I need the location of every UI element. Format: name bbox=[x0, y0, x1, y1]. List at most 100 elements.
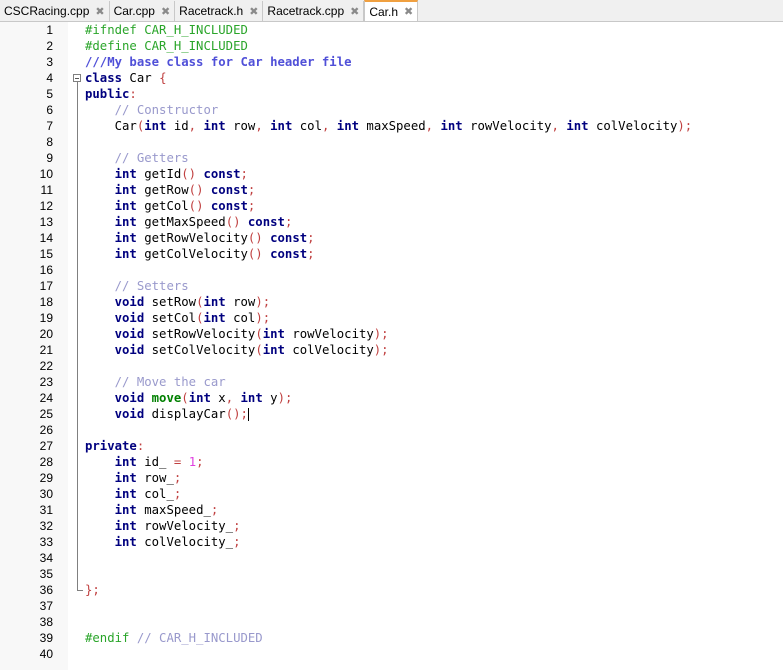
code-line[interactable]: 17 // Setters bbox=[0, 278, 783, 294]
code-token: int bbox=[114, 503, 137, 517]
line-number: 13 bbox=[39, 215, 53, 229]
line-number: 29 bbox=[39, 471, 53, 485]
tab-cscracing-cpp[interactable]: CSCRacing.cpp ✖ bbox=[0, 1, 110, 21]
code-line[interactable]: 1 #ifndef CAR_H_INCLUDED bbox=[0, 22, 783, 38]
line-number: 3 bbox=[46, 55, 53, 69]
close-icon[interactable]: ✖ bbox=[350, 5, 359, 18]
code-line[interactable]: 22 bbox=[0, 358, 783, 374]
code-line[interactable]: 2 #define CAR_H_INCLUDED bbox=[0, 38, 783, 54]
code-line[interactable]: 38 bbox=[0, 614, 783, 630]
code-line[interactable]: 25 void displayCar(); bbox=[0, 406, 783, 422]
line-number: 10 bbox=[39, 167, 53, 181]
code-line[interactable]: 4 class Car { bbox=[0, 70, 783, 86]
close-icon[interactable]: ✖ bbox=[161, 5, 170, 18]
code-line[interactable]: 19 void setCol(int col); bbox=[0, 310, 783, 326]
code-token: ; bbox=[240, 167, 248, 181]
code-line[interactable]: 24 void move(int x, int y); bbox=[0, 390, 783, 406]
tab-bar: CSCRacing.cpp ✖ Car.cpp ✖ Racetrack.h ✖ Racetr… bbox=[0, 0, 783, 22]
text-caret bbox=[247, 408, 249, 421]
code-line[interactable]: 16 bbox=[0, 262, 783, 278]
code-line[interactable]: 8 bbox=[0, 134, 783, 150]
code-token: () bbox=[225, 215, 241, 229]
code-token: , bbox=[425, 119, 434, 133]
code-line[interactable]: 9 // Getters bbox=[0, 150, 783, 166]
code-line[interactable]: 5 public: bbox=[0, 86, 783, 102]
code-line[interactable]: 3 ///My base class for Car header file bbox=[0, 54, 783, 70]
tab-car-cpp[interactable]: Car.cpp ✖ bbox=[109, 1, 176, 21]
code-line[interactable]: 13 int getMaxSpeed() const; bbox=[0, 214, 783, 230]
code-line[interactable]: 20 void setRowVelocity(int rowVelocity); bbox=[0, 326, 783, 342]
code-token: private bbox=[85, 439, 137, 453]
code-token: setRowVelocity bbox=[144, 327, 256, 341]
code-text: void move(int x, int y); bbox=[85, 390, 293, 406]
code-line[interactable]: 27 private: bbox=[0, 438, 783, 454]
code-text: int getColVelocity() const; bbox=[85, 246, 315, 262]
code-line[interactable]: 33 int colVelocity_; bbox=[0, 534, 783, 550]
tab-label: Car.cpp bbox=[113, 4, 155, 18]
code-line[interactable]: 15 int getColVelocity() const; bbox=[0, 246, 783, 262]
code-line[interactable]: 32 int rowVelocity_; bbox=[0, 518, 783, 534]
code-line[interactable]: 31 int maxSpeed_; bbox=[0, 502, 783, 518]
code-line[interactable]: 18 void setRow(int row); bbox=[0, 294, 783, 310]
code-token: // Constructor bbox=[114, 103, 219, 117]
code-line[interactable]: 21 void setColVelocity(int colVelocity); bbox=[0, 342, 783, 358]
code-token: ; bbox=[307, 247, 315, 261]
code-token: () bbox=[181, 167, 197, 181]
code-line[interactable]: 30 int col_; bbox=[0, 486, 783, 502]
code-token: int bbox=[203, 295, 226, 309]
code-line[interactable]: 12 int getCol() const; bbox=[0, 198, 783, 214]
close-icon[interactable]: ✖ bbox=[95, 5, 104, 18]
code-line[interactable]: 6 // Constructor bbox=[0, 102, 783, 118]
code-line[interactable]: 26 bbox=[0, 422, 783, 438]
code-line[interactable]: 29 int row_; bbox=[0, 470, 783, 486]
code-token: int bbox=[114, 215, 137, 229]
code-token: int bbox=[240, 391, 263, 405]
code-token: () bbox=[247, 231, 263, 245]
line-number: 1 bbox=[46, 23, 53, 37]
code-token: void bbox=[114, 295, 145, 309]
code-token: ; bbox=[173, 471, 182, 485]
line-number: 36 bbox=[39, 583, 53, 597]
code-token: : bbox=[129, 87, 137, 101]
code-text: void setColVelocity(int colVelocity); bbox=[85, 342, 389, 358]
code-line[interactable]: 10 int getId() const; bbox=[0, 166, 783, 182]
code-line[interactable]: 34 bbox=[0, 550, 783, 566]
code-token: setRow bbox=[144, 295, 197, 309]
code-line[interactable]: 39 #endif // CAR_H_INCLUDED bbox=[0, 630, 783, 646]
code-token: getCol bbox=[136, 199, 189, 213]
code-line[interactable]: 7 Car(int id, int row, int col, int maxS… bbox=[0, 118, 783, 134]
code-text: void displayCar(); bbox=[85, 406, 249, 422]
code-token: public bbox=[85, 87, 130, 101]
tab-racetrack-h[interactable]: Racetrack.h ✖ bbox=[175, 1, 264, 21]
close-icon[interactable]: ✖ bbox=[249, 5, 258, 18]
code-token: const bbox=[203, 167, 241, 181]
tab-car-h[interactable]: Car.h ✖ bbox=[364, 0, 419, 21]
code-token: void bbox=[114, 327, 145, 341]
code-line[interactable]: 40 bbox=[0, 646, 783, 662]
code-token: int bbox=[203, 119, 226, 133]
code-line[interactable]: 36}; bbox=[0, 582, 783, 598]
code-token: getId bbox=[136, 167, 182, 181]
code-line[interactable]: 14 int getRowVelocity() const; bbox=[0, 230, 783, 246]
code-text: int colVelocity_; bbox=[85, 534, 241, 550]
code-token: int bbox=[188, 391, 211, 405]
tab-racetrack-cpp[interactable]: Racetrack.cpp ✖ bbox=[263, 1, 365, 21]
code-line[interactable]: 28 int id_ = 1; bbox=[0, 454, 783, 470]
code-editor[interactable]: 1 #ifndef CAR_H_INCLUDED 2 #define CAR_H_IN… bbox=[0, 22, 783, 670]
code-token: int bbox=[336, 119, 360, 133]
code-line[interactable]: 37 bbox=[0, 598, 783, 614]
code-token: 1 bbox=[188, 455, 197, 469]
code-line[interactable]: 35 bbox=[0, 566, 783, 582]
code-token: colVelocity bbox=[284, 343, 374, 357]
code-token: , bbox=[188, 119, 197, 133]
code-token: , bbox=[225, 391, 234, 405]
line-number: 21 bbox=[39, 343, 53, 357]
code-line[interactable]: 11 int getRow() const; bbox=[0, 182, 783, 198]
code-line[interactable]: 23 // Move the car bbox=[0, 374, 783, 390]
code-text: }; bbox=[85, 582, 100, 598]
code-token: #endif bbox=[85, 631, 130, 645]
close-icon[interactable]: ✖ bbox=[404, 5, 413, 18]
